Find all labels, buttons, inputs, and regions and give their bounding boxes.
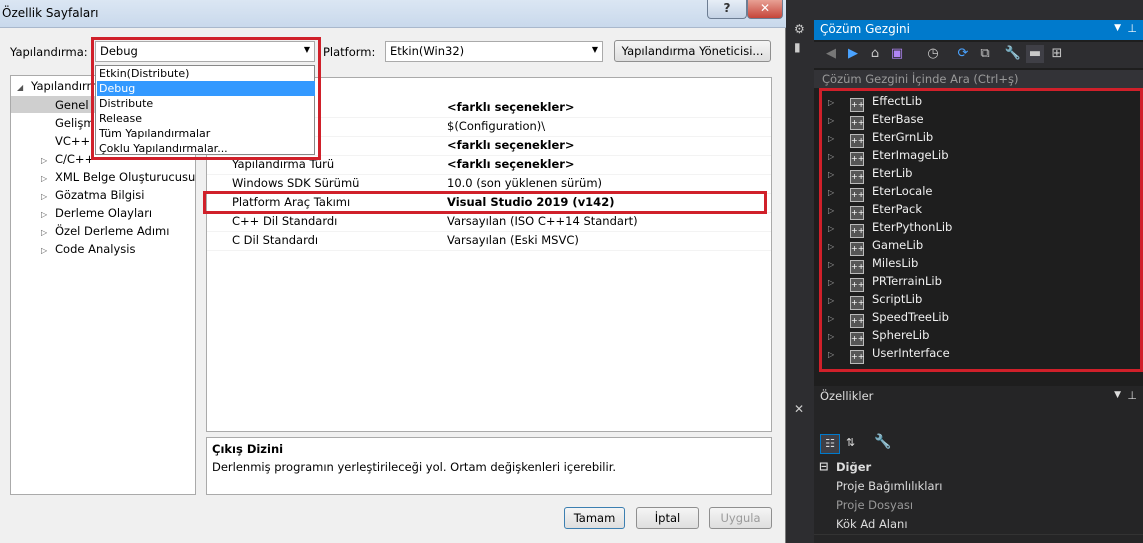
properties-title: Özellikler ▼ ⊥ bbox=[820, 389, 1137, 403]
back-icon[interactable]: ◀ bbox=[822, 45, 840, 63]
cancel-button[interactable]: İptal bbox=[636, 507, 699, 529]
preview-icon[interactable]: ▬ bbox=[1026, 45, 1044, 63]
history-icon[interactable]: ◷ bbox=[924, 45, 942, 63]
config-manager-button[interactable]: Yapılandırma Yöneticisi... bbox=[614, 40, 771, 62]
property-row[interactable]: Proje Bağımlılıkları bbox=[814, 477, 1143, 497]
expand-icon: ▷ bbox=[41, 246, 48, 255]
home-icon[interactable]: ⌂ bbox=[866, 45, 884, 63]
expand-icon: ▷ bbox=[41, 210, 48, 219]
categorized-icon[interactable]: ☷ bbox=[820, 434, 840, 454]
collapse-icon: ⊟ bbox=[819, 459, 829, 473]
highlight-box bbox=[819, 88, 1143, 372]
grid-row[interactable]: C++ Dil Standardı Varsayılan (ISO C++14 S… bbox=[207, 212, 771, 232]
description-title: Çıkış Dizini bbox=[212, 442, 284, 456]
solution-explorer-title: Çözüm Gezgini ▼ ⊥ bbox=[814, 20, 1143, 40]
grid-row[interactable]: C Dil Standardı Varsayılan (Eski MSVC) bbox=[207, 231, 771, 251]
platform-label: Platform: bbox=[323, 45, 376, 59]
expand-icon: ▷ bbox=[41, 192, 48, 201]
dialog-titlebar: Özellik Sayfaları ? ✕ bbox=[0, 0, 786, 28]
apply-button[interactable]: Uygula bbox=[709, 507, 772, 529]
expand-icon: ▷ bbox=[41, 156, 48, 165]
tree-item-xml[interactable]: ▷ XML Belge Oluşturucusu bbox=[41, 170, 195, 184]
forward-icon[interactable]: ▶ bbox=[844, 45, 862, 63]
collapse-icon: ◢ bbox=[17, 83, 24, 92]
tree-item-custom-build[interactable]: ▷ Özel Derleme Adımı bbox=[41, 224, 169, 238]
close-icon[interactable]: ✕ bbox=[794, 402, 804, 416]
expand-icon: ▷ bbox=[41, 228, 48, 237]
switch-views-icon[interactable]: ▣ bbox=[888, 45, 906, 63]
solution-toolbar: ◀ ▶ ⌂ ▣ ◷ ⟳ ⧉ 🔧 ▬ ⊞ bbox=[814, 42, 1143, 68]
tree-item-advanced[interactable]: Gelişm bbox=[55, 116, 95, 130]
property-pages-icon[interactable]: 🔧 bbox=[874, 434, 891, 450]
ok-button[interactable]: Tamam bbox=[564, 507, 625, 529]
wrench-icon[interactable]: 🔧 bbox=[1004, 45, 1022, 63]
gear-icon[interactable]: ⚙ bbox=[794, 22, 805, 36]
tree-root[interactable]: ◢ Yapılandırm bbox=[17, 79, 98, 93]
sort-alpha-icon[interactable]: ⇅ bbox=[846, 436, 855, 449]
dropdown-arrow-icon[interactable]: ▼ bbox=[1114, 23, 1121, 33]
tree-item-cpp[interactable]: ▷ C/C++ bbox=[41, 152, 94, 166]
category-row[interactable]: ⊟ Diğer bbox=[814, 458, 1143, 478]
close-button[interactable]: ✕ bbox=[747, 0, 783, 19]
tree-item-code-analysis[interactable]: ▷ Code Analysis bbox=[41, 242, 135, 256]
pin-icon[interactable]: ⊥ bbox=[1127, 22, 1137, 35]
property-row[interactable]: Proje Dosyası bbox=[814, 496, 1143, 516]
pin-icon[interactable]: ⊥ bbox=[1127, 389, 1137, 402]
lines-icon[interactable]: ▮ bbox=[794, 40, 801, 54]
solution-search-input[interactable]: Çözüm Gezgini İçinde Ara (Ctrl+ş) bbox=[814, 70, 1143, 88]
description-panel: Çıkış Dizini Derlenmiş programın yerleşt… bbox=[206, 437, 772, 495]
side-strip: ⚙ ▮ ✕ bbox=[786, 0, 814, 543]
class-view-icon[interactable]: ⊞ bbox=[1048, 45, 1066, 63]
tree-item-browse[interactable]: ▷ Gözatma Bilgisi bbox=[41, 188, 144, 202]
config-label: Yapılandırma: bbox=[10, 45, 88, 59]
dropdown-arrow-icon[interactable]: ▼ bbox=[1114, 390, 1121, 400]
dialog-title: Özellik Sayfaları bbox=[2, 6, 99, 20]
expand-icon: ▷ bbox=[41, 174, 48, 183]
chevron-down-icon: ▼ bbox=[591, 45, 598, 54]
highlight-box bbox=[203, 191, 767, 214]
property-row[interactable]: Kök Ad Alanı bbox=[814, 515, 1143, 535]
platform-select-value: Etkin(Win32) bbox=[390, 44, 465, 58]
description-text: Derlenmiş programın yerleştirileceği yol… bbox=[212, 460, 617, 474]
help-button[interactable]: ? bbox=[707, 0, 747, 19]
refresh-icon[interactable]: ⟳ bbox=[954, 45, 972, 63]
highlight-box bbox=[91, 37, 321, 160]
platform-select[interactable]: Etkin(Win32) ▼ bbox=[385, 41, 603, 62]
tree-item-build-events[interactable]: ▷ Derleme Olayları bbox=[41, 206, 152, 220]
collapse-all-icon[interactable]: ⧉ bbox=[976, 45, 994, 63]
